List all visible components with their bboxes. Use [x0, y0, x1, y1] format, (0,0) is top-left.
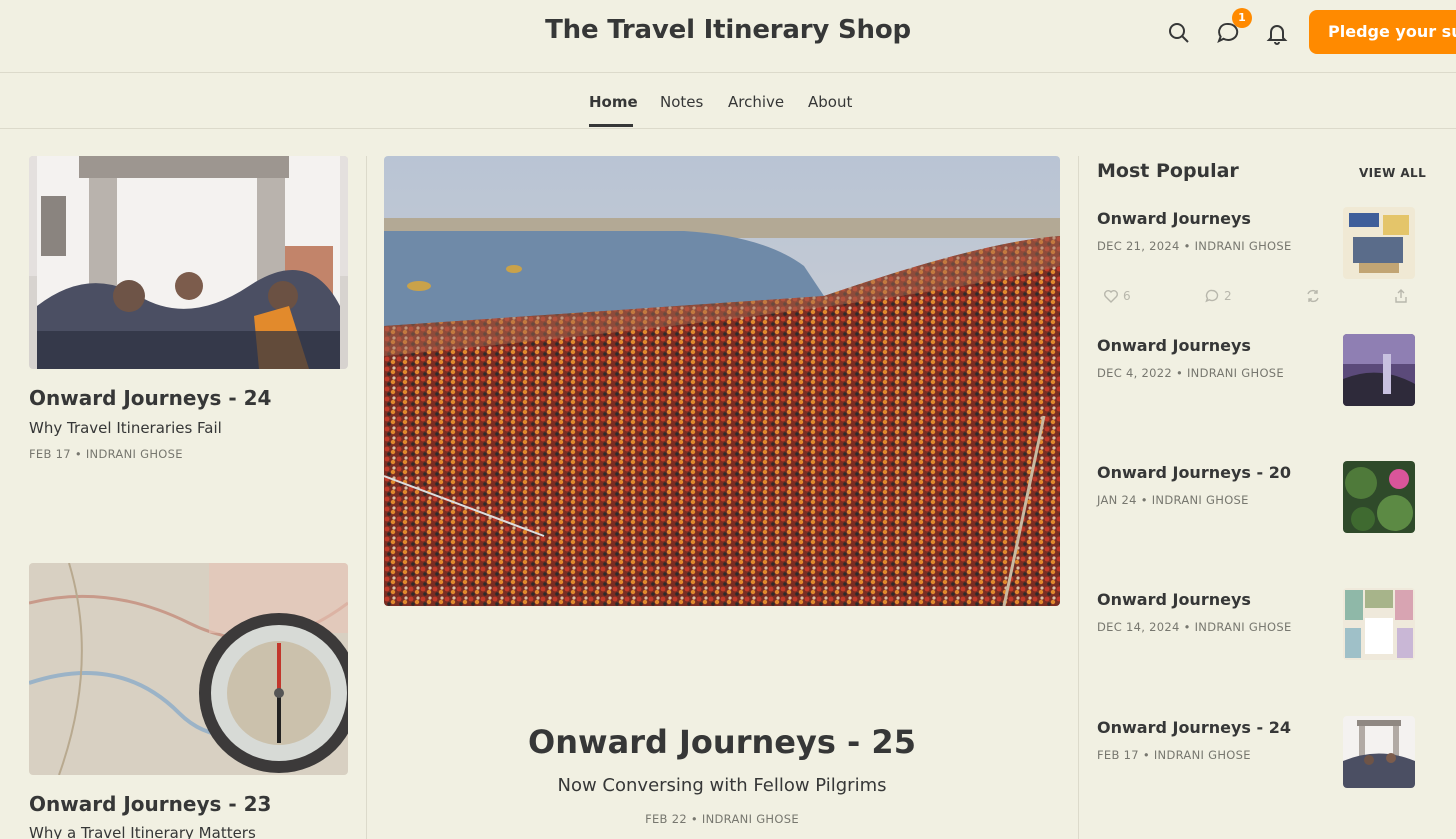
column-divider — [1078, 156, 1079, 839]
popular-post-thumb[interactable] — [1343, 207, 1415, 279]
post-subtitle: Why Travel Itineraries Fail — [29, 419, 222, 437]
post-subtitle: Why a Travel Itinerary Matters — [29, 824, 256, 839]
popular-post-title[interactable]: Onward Journeys - 24 — [1097, 718, 1291, 737]
search-icon[interactable] — [1166, 20, 1192, 46]
popular-post-meta: DEC 14, 2024 • INDRANI GHOSE — [1097, 620, 1292, 634]
nav-about[interactable]: About — [808, 93, 852, 111]
hero-meta: FEB 22 • INDRANI GHOSE — [645, 812, 799, 826]
share-icon[interactable] — [1393, 288, 1409, 304]
site-header: The Travel Itinerary Shop 1 Pledge your … — [0, 0, 1456, 73]
popular-post-thumb[interactable] — [1343, 588, 1415, 660]
hero-subtitle: Now Conversing with Fellow Pilgrims — [557, 775, 887, 796]
popular-post-thumb[interactable] — [1343, 461, 1415, 533]
popular-post-meta: DEC 21, 2024 • INDRANI GHOSE — [1097, 239, 1292, 253]
heart-icon — [1104, 290, 1118, 303]
notification-badge: 1 — [1232, 8, 1252, 28]
comment-count: 2 — [1224, 289, 1232, 303]
popular-post-title[interactable]: Onward Journeys — [1097, 336, 1251, 355]
popular-post-meta: FEB 17 • INDRANI GHOSE — [1097, 748, 1251, 762]
nav-home[interactable]: Home — [589, 93, 638, 111]
popular-post-title[interactable]: Onward Journeys — [1097, 209, 1251, 228]
main-nav: Home Notes Archive About — [0, 73, 1456, 129]
restack-icon[interactable] — [1305, 288, 1321, 304]
popular-post-title[interactable]: Onward Journeys — [1097, 590, 1251, 609]
nav-archive[interactable]: Archive — [728, 93, 784, 111]
comment-icon — [1205, 289, 1219, 303]
most-popular-heading: Most Popular — [1097, 160, 1239, 182]
comment-action[interactable]: 2 — [1204, 288, 1232, 304]
post-image-compass-map[interactable] — [29, 563, 348, 775]
popular-post-meta: JAN 24 • INDRANI GHOSE — [1097, 493, 1249, 507]
bell-icon[interactable] — [1264, 20, 1290, 46]
view-all-link[interactable]: VIEW ALL — [1359, 166, 1426, 180]
post-title[interactable]: Onward Journeys - 24 — [29, 386, 271, 410]
nav-notes[interactable]: Notes — [660, 93, 703, 111]
active-tab-indicator — [589, 124, 633, 127]
like-count: 6 — [1123, 289, 1131, 303]
post-meta: FEB 17 • INDRANI GHOSE — [29, 447, 183, 461]
popular-post-title[interactable]: Onward Journeys - 20 — [1097, 463, 1291, 482]
hero-image-river-crowd[interactable] — [384, 156, 1060, 606]
popular-post-meta: DEC 4, 2022 • INDRANI GHOSE — [1097, 366, 1284, 380]
pledge-button[interactable]: Pledge your support — [1309, 10, 1456, 54]
post-title[interactable]: Onward Journeys - 23 — [29, 792, 271, 816]
column-divider — [366, 156, 367, 839]
hero-title[interactable]: Onward Journeys - 25 — [384, 723, 1060, 761]
popular-post-thumb[interactable] — [1343, 716, 1415, 788]
popular-post-thumb[interactable] — [1343, 334, 1415, 406]
like-action[interactable]: 6 — [1103, 288, 1131, 304]
post-image-gate-crowd[interactable] — [29, 156, 348, 369]
